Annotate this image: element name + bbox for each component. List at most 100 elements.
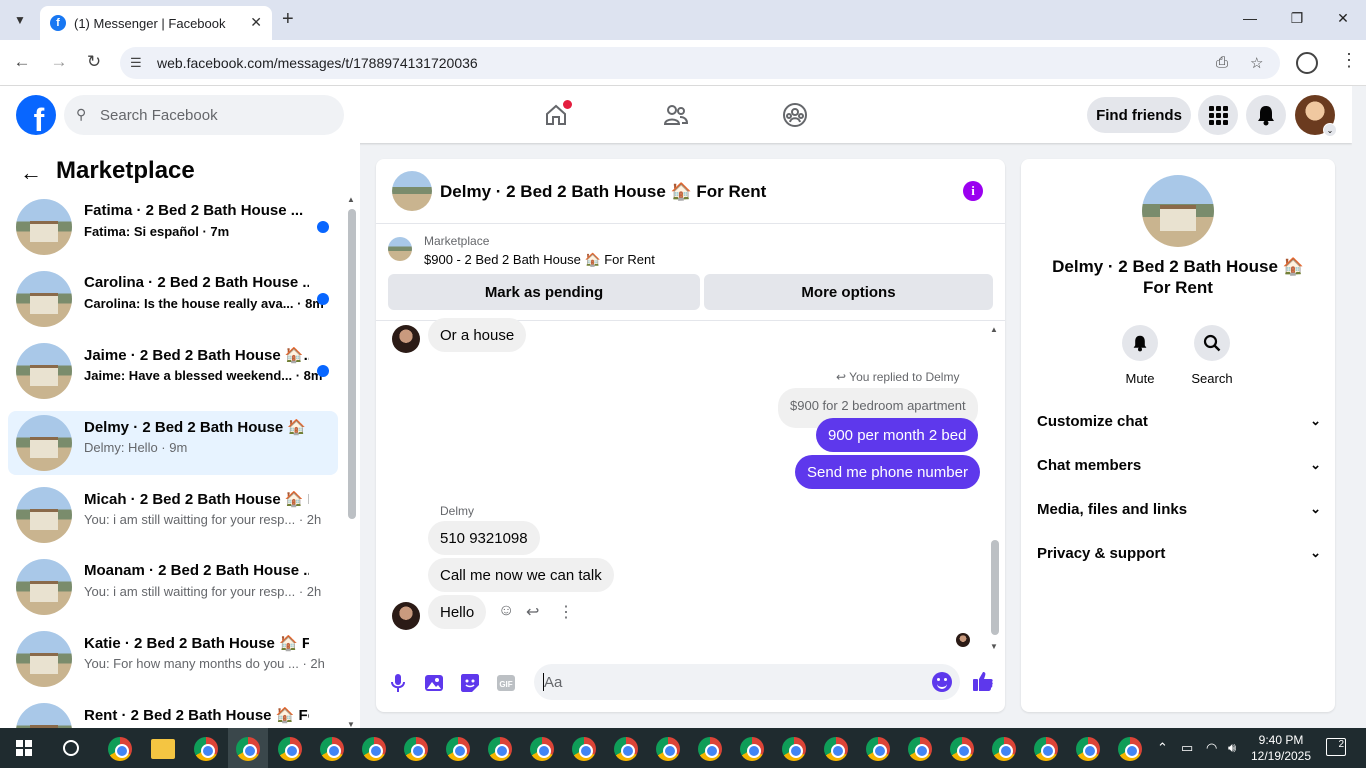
install-app-icon[interactable]: ⎙	[1216, 54, 1228, 71]
conversation-item[interactable]: Katie · 2 Bed 2 Bath House 🏠 F... You: F…	[8, 627, 338, 691]
back-button[interactable]: ←	[11, 52, 33, 72]
media-files-links-section[interactable]: Media, files and links ⌄	[1037, 501, 1321, 525]
outgoing-message[interactable]: 900 per month 2 bed	[816, 418, 979, 452]
scroll-down-icon[interactable]: ▼	[990, 642, 998, 651]
listing-title[interactable]: $900 - 2 Bed 2 Bath House 🏠 For Rent	[424, 252, 655, 268]
reload-button[interactable]: ↻	[83, 52, 105, 72]
chrome-icon[interactable]	[108, 737, 132, 761]
scroll-up-icon[interactable]: ▲	[347, 195, 355, 204]
notifications-bell-icon[interactable]	[1246, 95, 1286, 135]
chrome-icon[interactable]	[1118, 737, 1142, 761]
url-input[interactable]: ☰ web.facebook.com/messages/t/1788974131…	[120, 47, 1280, 79]
mute-button[interactable]: Mute	[1110, 325, 1170, 386]
minimize-button[interactable]: —	[1240, 10, 1260, 26]
chrome-icon[interactable]	[698, 737, 722, 761]
chat-avatar[interactable]	[392, 171, 432, 211]
conversation-item-active[interactable]: Delmy · 2 Bed 2 Bath House 🏠 ... Delmy: …	[8, 411, 338, 475]
search-in-chat-button[interactable]: Search	[1182, 325, 1242, 386]
conversation-item[interactable]: Rent · 2 Bed 2 Bath House 🏠 Fo...	[8, 699, 338, 728]
customize-chat-section[interactable]: Customize chat ⌄	[1037, 413, 1321, 437]
chrome-icon[interactable]	[740, 737, 764, 761]
menu-grid-icon[interactable]	[1198, 95, 1238, 135]
incoming-message[interactable]: Call me now we can talk	[428, 558, 614, 592]
listing-avatar[interactable]	[1142, 175, 1214, 247]
incoming-message[interactable]: Hello	[428, 595, 487, 629]
groups-icon[interactable]	[780, 100, 810, 130]
chrome-icon[interactable]	[992, 737, 1016, 761]
chrome-icon[interactable]	[866, 737, 890, 761]
facebook-search-input[interactable]: ⚲ Search Facebook	[64, 95, 344, 135]
new-tab-button[interactable]: +	[282, 8, 294, 31]
microphone-icon[interactable]	[386, 671, 410, 695]
show-hidden-icons-icon[interactable]: ⌃	[1157, 740, 1168, 756]
chrome-icon[interactable]	[782, 737, 806, 761]
reply-icon[interactable]: ↩	[526, 602, 539, 622]
forward-button[interactable]: →	[48, 52, 70, 72]
notification-center-icon[interactable]: 2	[1326, 738, 1346, 756]
conversation-item[interactable]: Moanam · 2 Bed 2 Bath House ... You: i a…	[8, 555, 338, 619]
emoji-icon[interactable]	[932, 672, 952, 692]
bookmark-star-icon[interactable]: ☆	[1250, 54, 1263, 72]
incoming-message[interactable]: Or a house	[428, 318, 527, 352]
chrome-icon[interactable]	[656, 737, 680, 761]
wifi-icon[interactable]: ◠	[1206, 740, 1217, 756]
chat-members-section[interactable]: Chat members ⌄	[1037, 457, 1321, 481]
chrome-icon[interactable]	[908, 737, 932, 761]
chrome-icon[interactable]	[362, 737, 386, 761]
outgoing-message[interactable]: Send me phone number	[795, 455, 980, 489]
chrome-icon[interactable]	[614, 737, 638, 761]
facebook-logo-icon[interactable]: f	[16, 95, 56, 135]
page-scrollbar[interactable]	[1352, 86, 1366, 728]
chrome-icon[interactable]	[278, 737, 302, 761]
search-circle-icon[interactable]	[63, 740, 79, 756]
battery-icon[interactable]: ▭	[1181, 740, 1193, 756]
conversation-item[interactable]: Carolina · 2 Bed 2 Bath House ... Caroli…	[8, 267, 338, 331]
conversation-item[interactable]: Micah · 2 Bed 2 Bath House 🏠 F... You: i…	[8, 483, 338, 547]
sidebar-scrollbar[interactable]: ▲ ▼	[346, 195, 356, 728]
chrome-icon[interactable]	[1076, 737, 1100, 761]
chrome-icon[interactable]	[320, 737, 344, 761]
privacy-support-section[interactable]: Privacy & support ⌄	[1037, 545, 1321, 569]
chrome-icon[interactable]	[824, 737, 848, 761]
scroll-up-icon[interactable]: ▲	[990, 325, 998, 334]
back-arrow-icon[interactable]: ←	[20, 160, 42, 186]
chrome-icon[interactable]	[572, 737, 596, 761]
site-settings-icon[interactable]: ☰	[130, 55, 142, 71]
system-clock[interactable]: 9:40 PM 12/19/2025	[1250, 732, 1312, 764]
message-input[interactable]: Aa	[534, 664, 960, 700]
find-friends-button[interactable]: Find friends	[1087, 97, 1191, 133]
gif-icon[interactable]: GIF	[494, 671, 518, 695]
react-emoji-icon[interactable]: ☺	[498, 602, 514, 620]
thumbs-up-icon[interactable]	[971, 669, 995, 693]
chrome-icon[interactable]	[446, 737, 470, 761]
more-options-button[interactable]: More options	[704, 274, 993, 310]
browser-profile-icon[interactable]	[1296, 52, 1318, 74]
volume-icon[interactable]: 🔊︎	[1228, 740, 1236, 756]
chrome-icon[interactable]	[950, 737, 974, 761]
chrome-icon[interactable]	[236, 737, 260, 761]
conversation-item[interactable]: Jaime · 2 Bed 2 Bath House 🏠... Jaime: H…	[8, 339, 338, 403]
chat-scrollbar[interactable]: ▲ ▼	[990, 325, 1000, 651]
scrollbar-thumb[interactable]	[348, 209, 356, 519]
info-icon[interactable]: i	[963, 181, 983, 201]
chrome-icon[interactable]	[194, 737, 218, 761]
chrome-icon[interactable]	[404, 737, 428, 761]
account-chevron-icon[interactable]: ⌄	[1323, 123, 1337, 137]
scroll-down-icon[interactable]: ▼	[347, 720, 355, 728]
close-window-button[interactable]: ✕	[1333, 10, 1353, 27]
contact-avatar[interactable]	[392, 325, 420, 353]
photo-icon[interactable]	[422, 671, 446, 695]
file-explorer-icon[interactable]	[151, 739, 175, 759]
chrome-icon[interactable]	[530, 737, 554, 761]
scrollbar-thumb[interactable]	[991, 540, 999, 635]
sticker-icon[interactable]	[458, 671, 482, 695]
chrome-icon[interactable]	[488, 737, 512, 761]
conversation-item[interactable]: Fatima · 2 Bed 2 Bath House ... Fatima: …	[8, 195, 338, 259]
friends-icon[interactable]	[661, 100, 691, 130]
restore-button[interactable]: ❐	[1287, 10, 1307, 27]
incoming-message[interactable]: 510 9321098	[428, 521, 540, 555]
more-actions-icon[interactable]: ⋮	[558, 602, 574, 622]
tab-search-button[interactable]: ▼	[8, 8, 32, 32]
contact-avatar[interactable]	[392, 602, 420, 630]
chat-title[interactable]: Delmy · 2 Bed 2 Bath House 🏠 For Rent	[440, 182, 766, 202]
